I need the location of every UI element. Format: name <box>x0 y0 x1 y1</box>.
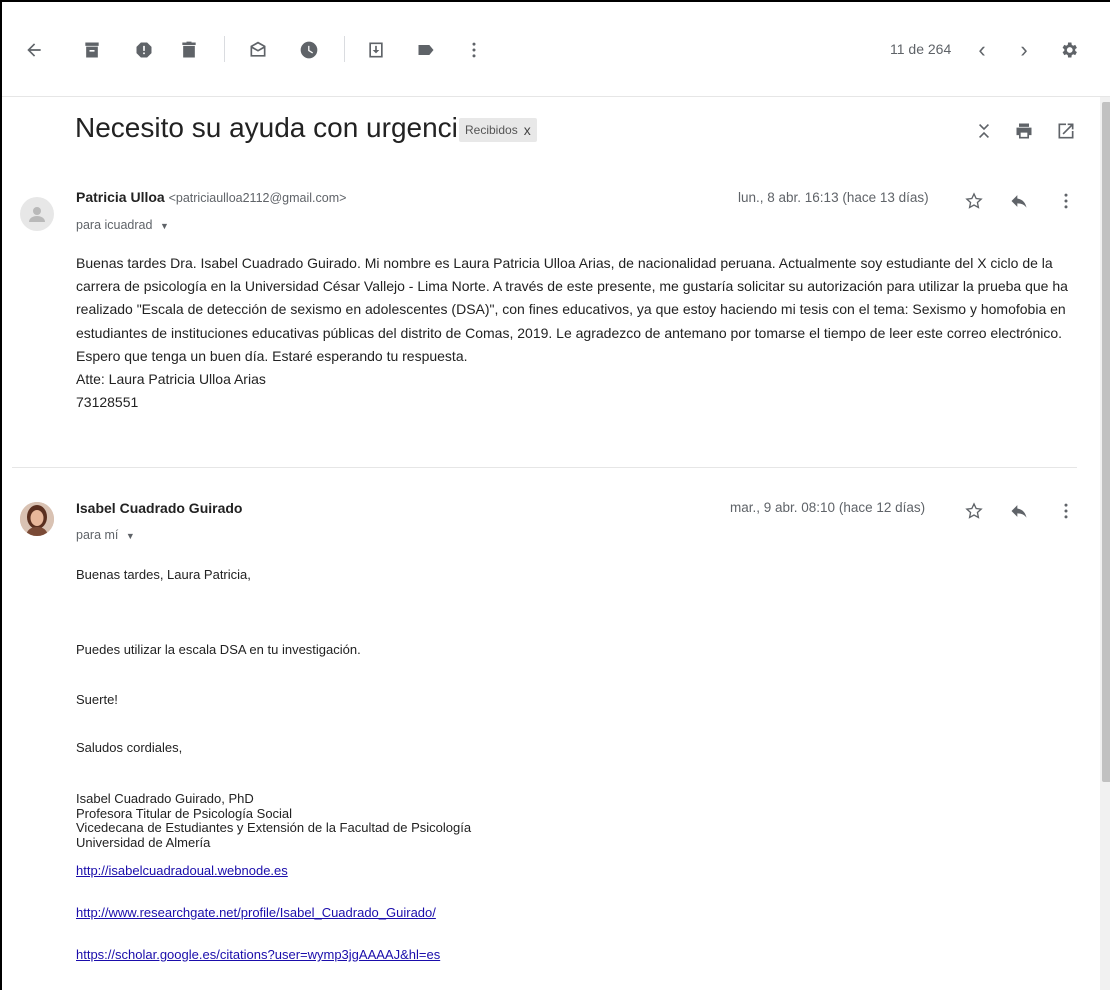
message1-text: Buenas tardes Dra. Isabel Cuadrado Guira… <box>76 255 1068 364</box>
message1-date: lun., 8 abr. 16:13 (hace 13 días) <box>738 190 929 205</box>
message2-line: Saludos cordiales, <box>76 740 183 755</box>
open-new-window-icon[interactable] <box>1054 119 1078 143</box>
default-person-icon <box>29 207 45 222</box>
message-divider <box>12 467 1077 468</box>
signature-link[interactable]: http://isabelcuadradoual.webnode.es <box>76 863 288 878</box>
message1-recipient-toggle[interactable]: para icuadrad ▼ <box>76 218 169 232</box>
recipient-text: para icuadrad <box>76 218 153 232</box>
delete-icon[interactable] <box>177 38 201 62</box>
signature-link[interactable]: http://www.researchgate.net/profile/Isab… <box>76 905 436 920</box>
avatar <box>20 197 54 231</box>
pagination-count: 11 de 264 <box>890 41 952 57</box>
older-chevron-icon[interactable]: › <box>1012 37 1036 62</box>
message2-line: Puedes utilizar la escala DSA en tu inve… <box>76 642 361 657</box>
toolbar-separator <box>224 36 225 62</box>
print-icon[interactable] <box>1012 119 1036 143</box>
label-chip-recibidos[interactable]: Recibidos x <box>459 118 537 142</box>
signature-line: Universidad de Almería <box>76 834 211 850</box>
message1-sender[interactable]: Patricia Ulloa <patriciaulloa2112@gmail.… <box>76 189 346 205</box>
sender-name: Isabel Cuadrado Guirado <box>76 500 243 516</box>
signature-line: Isabel Cuadrado Guirado, PhD <box>76 791 254 806</box>
message2-greeting: Buenas tardes, Laura Patricia, <box>76 567 251 582</box>
message-more-icon[interactable] <box>1054 499 1078 523</box>
label-chip-text: Recibidos <box>465 123 518 137</box>
toolbar: 11 de 264 ‹ › <box>2 2 1110 97</box>
signature-line: Profesora Titular de Psicología Social <box>76 805 293 821</box>
reply-icon[interactable] <box>1007 189 1031 213</box>
star-icon[interactable] <box>962 499 986 523</box>
label-remove-icon[interactable]: x <box>524 122 531 138</box>
message2-recipient-toggle[interactable]: para mí ▼ <box>76 528 135 542</box>
message2-date: mar., 9 abr. 08:10 (hace 12 días) <box>730 500 926 515</box>
message2-line: Suerte! <box>76 692 118 707</box>
message1-body: Buenas tardes Dra. Isabel Cuadrado Guira… <box>76 252 1086 414</box>
label-icon[interactable] <box>414 38 438 62</box>
signature-link[interactable]: https://scholar.google.es/citations?user… <box>76 947 440 962</box>
message2-signature: Isabel Cuadrado Guirado, PhD Profesora T… <box>76 791 472 850</box>
newer-chevron-icon[interactable]: ‹ <box>970 37 994 62</box>
back-arrow-icon[interactable] <box>22 38 46 62</box>
recipient-text: para mí <box>76 528 119 542</box>
toolbar-separator <box>344 36 345 62</box>
settings-gear-icon[interactable] <box>1057 38 1081 62</box>
sender-name: Patricia Ulloa <box>76 189 165 205</box>
move-to-icon[interactable] <box>364 38 388 62</box>
mark-unread-icon[interactable] <box>246 38 270 62</box>
collapse-all-icon[interactable] <box>972 119 996 143</box>
signature-line: Vicedecana de Estudiantes y Extensión de… <box>76 820 472 835</box>
message1-signoff: Atte: Laura Patricia Ulloa Arias <box>76 371 266 388</box>
more-vert-icon[interactable] <box>462 38 486 62</box>
scrollbar-thumb[interactable] <box>1102 102 1110 782</box>
thread-subject: Necesito su ayuda con urgencia. <box>75 112 482 143</box>
caret-down-icon: ▼ <box>125 531 135 541</box>
profile-photo-icon <box>20 502 54 536</box>
sender-email: <patriciaulloa2112@gmail.com> <box>168 191 347 205</box>
avatar <box>20 502 54 536</box>
archive-icon[interactable] <box>80 38 104 62</box>
message-more-icon[interactable] <box>1054 189 1078 213</box>
report-spam-icon[interactable] <box>132 38 156 62</box>
email-view: 11 de 264 ‹ › Necesito su ayuda con urge… <box>0 0 1110 990</box>
message1-phone: 73128551 <box>76 394 139 411</box>
reply-icon[interactable] <box>1007 499 1031 523</box>
message2-sender[interactable]: Isabel Cuadrado Guirado <box>76 500 242 516</box>
caret-down-icon: ▼ <box>159 221 169 231</box>
star-icon[interactable] <box>962 189 986 213</box>
snooze-icon[interactable] <box>297 38 321 62</box>
